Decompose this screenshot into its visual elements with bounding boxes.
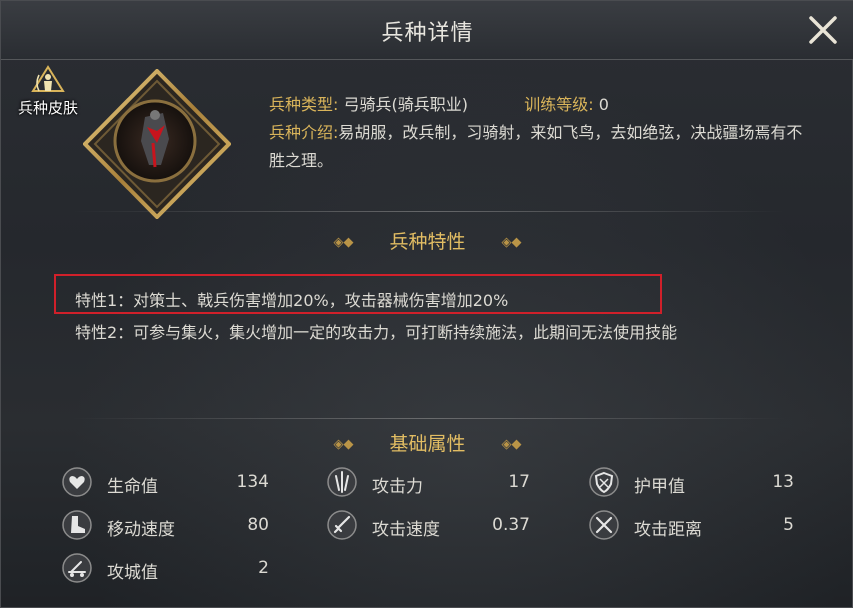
stat-label: 生命值 — [107, 477, 158, 497]
unit-detail-panel: 兵种详情 兵种皮肤 兵种类型: 弓骑兵(骑兵职业) 训练等级: 0 兵种介绍:易… — [0, 0, 853, 608]
trait-item-2: 特性2：可参与集火，集火增加一定的攻击力，可打断持续施法，此期间无法使用技能 — [75, 323, 678, 342]
siege-catapult-icon — [62, 553, 92, 583]
traits-section-title: 兵种特性 — [389, 231, 466, 253]
unit-skin-label: 兵种皮肤 — [17, 99, 78, 117]
attributes-section-title: 基础属性 — [389, 433, 466, 455]
stat-attack: 攻击力 17 — [326, 466, 536, 500]
stat-hp: 生命值 134 — [61, 466, 271, 500]
attributes-section-header: ◈◆ 基础属性 ◈◆ — [1, 429, 853, 456]
unit-portrait — [82, 68, 232, 220]
stat-label: 攻击速度 — [372, 520, 440, 540]
stat-move-speed: 移动速度 80 — [61, 509, 271, 543]
sword-icon — [327, 510, 357, 540]
close-icon — [809, 16, 837, 44]
stat-label: 移动速度 — [107, 520, 175, 540]
stat-label: 攻击距离 — [634, 520, 702, 540]
ornament-icon: ◈◆ — [333, 235, 354, 250]
ornament-icon: ◈◆ — [501, 437, 522, 452]
stat-label: 护甲值 — [634, 477, 685, 497]
divider — [71, 418, 786, 419]
stat-label: 攻城值 — [107, 563, 158, 583]
cavalry-archer-portrait — [82, 68, 232, 220]
panel-title: 兵种详情 — [381, 21, 474, 46]
unit-skin-button[interactable]: 兵种皮肤 — [11, 63, 85, 123]
trait-item-1: 特性1：对策士、戟兵伤害增加20%，攻击器械伤害增加20% — [75, 291, 509, 310]
stat-value: 2 — [258, 558, 269, 578]
stat-value: 0.37 — [492, 515, 530, 535]
stat-value: 13 — [772, 472, 794, 492]
shield-icon — [589, 467, 619, 497]
stat-value: 5 — [783, 515, 794, 535]
heart-icon — [62, 467, 92, 497]
unit-info: 兵种类型: 弓骑兵(骑兵职业) 训练等级: 0 兵种介绍:易胡服，改兵制，习骑射… — [269, 91, 809, 175]
unit-type-row: 兵种类型: 弓骑兵(骑兵职业) 训练等级: 0 — [269, 91, 809, 119]
stat-attack-speed: 攻击速度 0.37 — [326, 509, 536, 543]
stat-label: 攻击力 — [372, 477, 423, 497]
unit-intro-text: 易胡服，改兵制，习骑射，来如飞鸟，去如绝弦，决战疆场焉有不胜之理。 — [269, 123, 803, 170]
archer-silhouette-icon — [31, 65, 65, 92]
ornament-icon: ◈◆ — [333, 437, 354, 452]
close-button[interactable] — [806, 13, 840, 47]
unit-type-label: 兵种类型: — [269, 95, 339, 114]
stat-attack-range: 攻击距离 5 — [588, 509, 798, 543]
stat-armor: 护甲值 13 — [588, 466, 798, 500]
title-bar: 兵种详情 — [1, 1, 853, 60]
attack-power-icon — [327, 467, 357, 497]
unit-intro-label: 兵种介绍: — [269, 123, 339, 142]
crossed-swords-icon — [589, 510, 619, 540]
traits-section-header: ◈◆ 兵种特性 ◈◆ — [1, 227, 853, 254]
ornament-icon: ◈◆ — [501, 235, 522, 250]
unit-type-value: 弓骑兵(骑兵职业) — [343, 95, 469, 114]
stat-value: 80 — [247, 515, 269, 535]
stat-value: 17 — [508, 472, 530, 492]
stat-value: 134 — [236, 472, 269, 492]
divider — [71, 211, 786, 212]
training-level-label: 训练等级: — [524, 95, 594, 114]
training-level-value: 0 — [598, 95, 609, 114]
stat-siege: 攻城值 2 — [61, 552, 271, 586]
boot-icon — [62, 510, 92, 540]
unit-intro-row: 兵种介绍:易胡服，改兵制，习骑射，来如飞鸟，去如绝弦，决战疆场焉有不胜之理。 — [269, 119, 809, 175]
